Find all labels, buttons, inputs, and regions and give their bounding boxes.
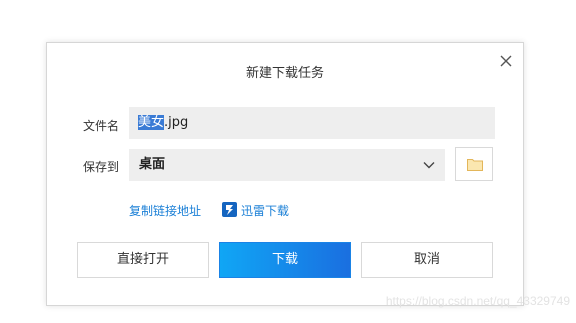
save-to-label: 保存到 bbox=[83, 160, 120, 174]
dialog-title: 新建下载任务 bbox=[245, 66, 324, 81]
save-location-value: 桌面 bbox=[139, 157, 166, 172]
download-button[interactable]: 下载 bbox=[219, 242, 351, 278]
watermark-url: https://blog.csdn.net/qq_43329749 bbox=[385, 294, 570, 308]
xunlei-icon bbox=[222, 202, 237, 217]
filename-input[interactable]: 美女.jpg bbox=[129, 107, 495, 139]
cancel-button[interactable]: 取消 bbox=[361, 242, 493, 278]
xunlei-download-link[interactable]: 迅雷下载 bbox=[241, 202, 289, 219]
chevron-down-icon bbox=[423, 162, 435, 169]
filename-extension: .jpg bbox=[164, 115, 189, 130]
save-location-select[interactable]: 桌面 bbox=[129, 149, 445, 181]
folder-icon bbox=[467, 159, 483, 171]
download-dialog: 新建下载任务 文件名 美女.jpg 保存到 桌面 复制链接地址 迅雷下载 直接打… bbox=[46, 42, 524, 306]
filename-label: 文件名 bbox=[83, 119, 120, 133]
open-directly-button[interactable]: 直接打开 bbox=[77, 242, 209, 278]
browse-folder-button[interactable] bbox=[455, 147, 493, 181]
close-icon[interactable] bbox=[499, 54, 513, 68]
filename-selected-text: 美女 bbox=[138, 115, 165, 130]
copy-link-address-link[interactable]: 复制链接地址 bbox=[129, 202, 201, 219]
